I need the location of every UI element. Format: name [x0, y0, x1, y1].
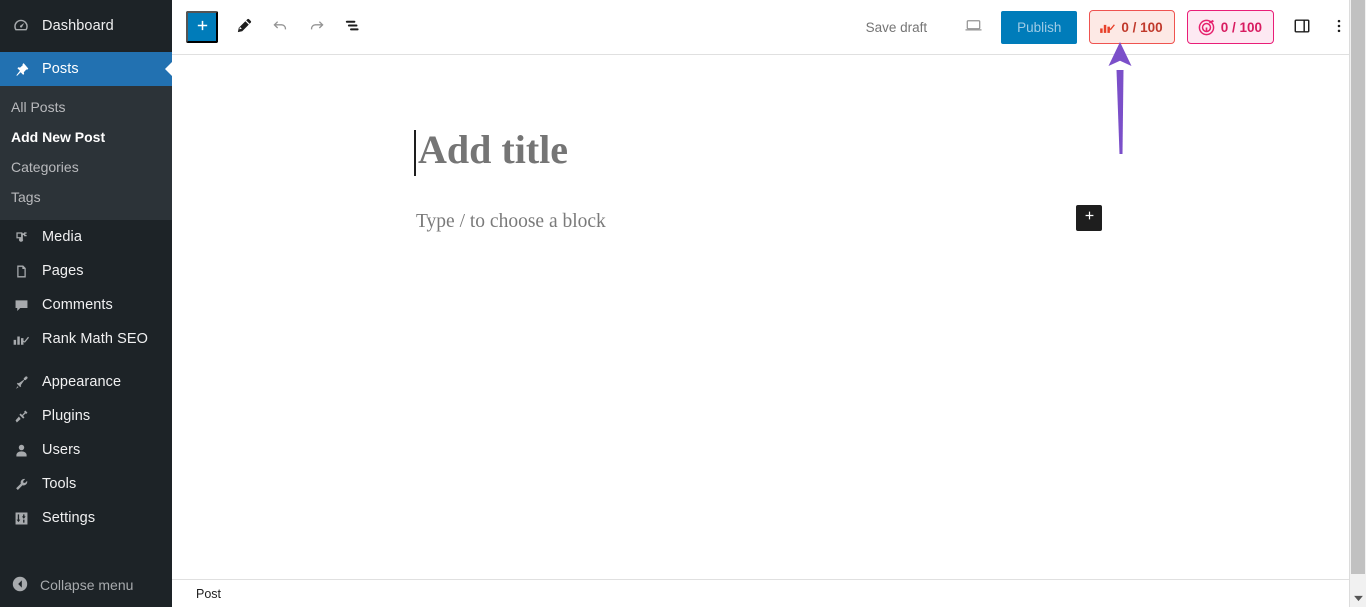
header-right-tools: Save draft Publish 0 / 100 0 / 100: [854, 9, 1354, 45]
sidebar-item-rank-math-seo[interactable]: Rank Math SEO: [0, 322, 172, 356]
editor-canvas: Add title Type / to choose a block: [172, 55, 1366, 579]
preview-laptop-icon: [963, 15, 984, 39]
wordpress-block-editor: Dashboard Posts All Posts Add New Post C…: [0, 0, 1366, 607]
editor-footer-breadcrumb: Post: [172, 579, 1366, 607]
sidebar-item-dashboard[interactable]: Dashboard: [0, 9, 172, 43]
sidebar-item-label: Tools: [42, 476, 77, 492]
settings-sidebar-toggle-button[interactable]: [1284, 9, 1320, 45]
sidebar-item-label: Media: [42, 229, 82, 245]
post-title-placeholder: Add title: [418, 127, 568, 172]
pages-icon: [11, 261, 31, 281]
plugins-plug-icon: [11, 406, 31, 426]
editor-main: Save draft Publish 0 / 100 0 / 100 Add t…: [172, 0, 1366, 607]
pencil-icon: [235, 16, 254, 38]
seo-score-badge[interactable]: 0 / 100: [1089, 10, 1175, 44]
undo-button[interactable]: [262, 9, 298, 45]
sidebar-item-label: Comments: [42, 297, 113, 313]
block-appender-button[interactable]: [1076, 205, 1102, 231]
sidebar-item-label: Appearance: [42, 374, 122, 390]
redo-button[interactable]: [298, 9, 334, 45]
sidebar-submenu-posts: All Posts Add New Post Categories Tags: [0, 86, 172, 220]
sidebar-subitem-add-new-post[interactable]: Add New Post: [0, 122, 172, 152]
sidebar-subitem-tags[interactable]: Tags: [0, 182, 172, 212]
seo-score-value: 0 / 100: [1121, 19, 1163, 35]
sidebar-panel-icon: [1292, 16, 1312, 39]
sidebar-divider: [0, 43, 172, 52]
sidebar-item-users[interactable]: Users: [0, 433, 172, 467]
editor-header-toolbar: Save draft Publish 0 / 100 0 / 100: [172, 0, 1366, 55]
post-title-input[interactable]: Add title: [414, 127, 1076, 176]
sidebar-item-plugins[interactable]: Plugins: [0, 399, 172, 433]
sidebar-item-tools[interactable]: Tools: [0, 467, 172, 501]
post-body-paragraph-block[interactable]: Type / to choose a block: [416, 205, 1102, 233]
dashboard-icon: [11, 16, 31, 36]
sidebar-item-label: Pages: [42, 263, 84, 279]
sidebar-item-label: Settings: [42, 510, 96, 526]
sidebar-item-label: Users: [42, 442, 81, 458]
collapse-arrow-icon: [11, 575, 29, 596]
list-view-button[interactable]: [334, 9, 370, 45]
content-ai-score-badge[interactable]: 0 / 100: [1186, 10, 1274, 44]
tools-pencil-button[interactable]: [226, 9, 262, 45]
text-caret: [414, 130, 416, 176]
tools-wrench-icon: [11, 474, 31, 494]
redo-icon: [307, 16, 326, 38]
content-ai-target-icon: [1197, 18, 1216, 37]
post-body-placeholder: Type / to choose a block: [416, 211, 606, 232]
comments-icon: [11, 295, 31, 315]
sidebar-item-label: Dashboard: [42, 18, 114, 34]
post-content-wrapper: Add title Type / to choose a block: [414, 55, 1102, 233]
sidebar-subitem-categories[interactable]: Categories: [0, 152, 172, 182]
pin-icon: [11, 59, 31, 79]
sidebar-divider-2: [0, 356, 172, 365]
appearance-brush-icon: [11, 372, 31, 392]
content-ai-score-value: 0 / 100: [1220, 19, 1262, 35]
scrollbar-thumb[interactable]: [1351, 0, 1365, 574]
plus-icon: [1082, 207, 1097, 229]
breadcrumb-post[interactable]: Post: [196, 587, 221, 601]
add-block-button[interactable]: [186, 11, 218, 43]
save-draft-button[interactable]: Save draft: [854, 14, 940, 41]
sidebar-item-label: Rank Math SEO: [42, 331, 149, 347]
undo-icon: [271, 16, 290, 38]
sidebar-subitem-all-posts[interactable]: All Posts: [0, 92, 172, 122]
media-icon: [11, 227, 31, 247]
sidebar-item-pages[interactable]: Pages: [0, 254, 172, 288]
page-scrollbar[interactable]: [1349, 0, 1366, 607]
plus-icon: [194, 17, 211, 37]
rank-math-icon: [11, 329, 31, 349]
sidebar-item-comments[interactable]: Comments: [0, 288, 172, 322]
kebab-menu-icon: [1330, 17, 1348, 38]
sidebar-item-media[interactable]: Media: [0, 220, 172, 254]
sidebar-item-appearance[interactable]: Appearance: [0, 365, 172, 399]
preview-button[interactable]: [955, 9, 991, 45]
sidebar-item-settings[interactable]: Settings: [0, 501, 172, 535]
collapse-menu-button[interactable]: Collapse menu: [0, 569, 172, 601]
sidebar-item-label: Posts: [42, 61, 79, 77]
list-view-icon: [343, 16, 362, 38]
scrollbar-down-arrow[interactable]: [1350, 590, 1366, 607]
rank-math-logo-icon: [1099, 20, 1116, 35]
settings-sliders-icon: [11, 508, 31, 528]
users-icon: [11, 440, 31, 460]
admin-sidebar: Dashboard Posts All Posts Add New Post C…: [0, 0, 172, 607]
header-left-tools: [186, 9, 370, 45]
collapse-menu-label: Collapse menu: [40, 577, 134, 593]
publish-button[interactable]: Publish: [1001, 10, 1078, 44]
sidebar-item-label: Plugins: [42, 408, 91, 424]
sidebar-item-posts[interactable]: Posts: [0, 52, 172, 86]
